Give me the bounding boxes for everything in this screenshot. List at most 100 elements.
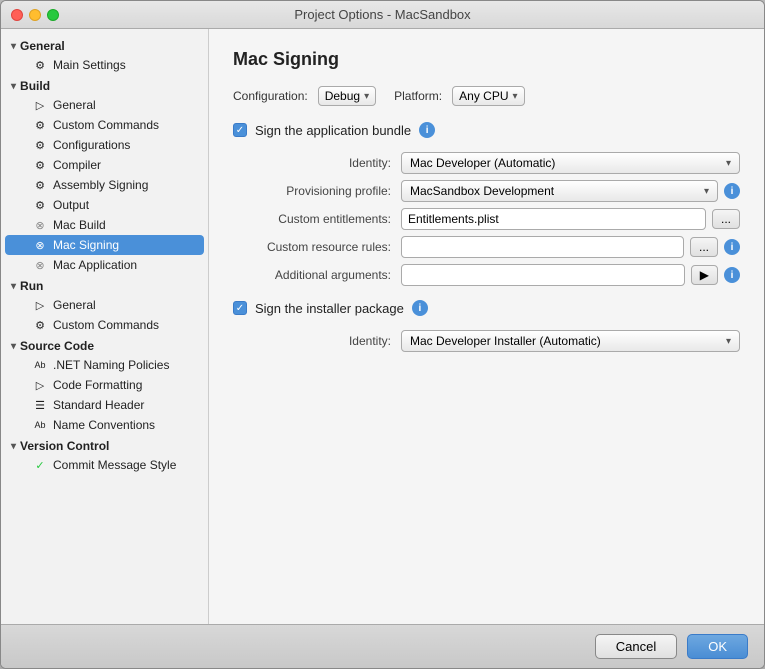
configuration-dropdown[interactable]: Debug ▾ [318,86,376,106]
sidebar-item-mac-signing[interactable]: ⊗ Mac Signing [5,235,204,255]
sidebar-item-commit-message[interactable]: ✓ Commit Message Style [5,455,204,475]
gear-icon: ⚙ [33,119,47,132]
sidebar-section-build-label: Build [20,79,50,93]
sidebar-label-output: Output [53,198,89,212]
sign-bundle-row: ✓ Sign the application bundle i [233,122,740,138]
ab-icon: Ab [33,420,47,430]
ok-button[interactable]: OK [687,634,748,659]
sidebar-item-custom-commands[interactable]: ⚙ Custom Commands [5,115,204,135]
provisioning-label: Provisioning profile: [233,184,401,198]
sidebar-item-assembly-signing[interactable]: ⚙ Assembly Signing [5,175,204,195]
identity-dropdown[interactable]: Mac Developer (Automatic) ▾ [401,152,740,174]
main-panel: Mac Signing Configuration: Debug ▾ Platf… [209,29,764,624]
custom-entitlements-browse-button[interactable]: ... [712,209,740,229]
platform-value: Any CPU [459,89,508,103]
sidebar-item-main-settings[interactable]: ⚙ Main Settings [5,55,204,75]
sidebar-section-run[interactable]: ▾ Run [1,275,208,295]
sidebar-section-general[interactable]: ▾ General [1,35,208,55]
sidebar-label-name-conventions: Name Conventions [53,418,155,432]
arrow-icon: ▾ [11,41,16,52]
provisioning-info-icon[interactable]: i [724,183,740,199]
minimize-button[interactable] [29,9,41,21]
sidebar-label-assembly-signing: Assembly Signing [53,178,148,192]
custom-resource-browse-button[interactable]: ... [690,237,718,257]
sidebar-label-code-formatting: Code Formatting [53,378,142,392]
sidebar-item-run-general[interactable]: ▷ General [5,295,204,315]
custom-entitlements-field-content: Entitlements.plist ... [401,208,740,230]
sidebar-label-general: General [53,98,96,112]
play-icon: ▷ [33,99,47,112]
sidebar-item-run-custom-commands[interactable]: ⚙ Custom Commands [5,315,204,335]
sidebar-label-compiler: Compiler [53,158,101,172]
sign-installer-info-icon[interactable]: i [412,300,428,316]
custom-entitlements-input[interactable]: Entitlements.plist [401,208,706,230]
sidebar-label-custom-commands: Custom Commands [53,118,159,132]
sidebar-item-code-formatting[interactable]: ▷ Code Formatting [5,375,204,395]
identity-value: Mac Developer (Automatic) [410,156,555,170]
additional-args-info-icon[interactable]: i [724,267,740,283]
config-row: Configuration: Debug ▾ Platform: Any CPU… [233,86,740,106]
sidebar-section-version-control[interactable]: ▾ Version Control [1,435,208,455]
maximize-button[interactable] [47,9,59,21]
sign-installer-checkbox[interactable]: ✓ [233,301,247,315]
custom-resource-info-icon[interactable]: i [724,239,740,255]
gear-icon: ⚙ [33,319,47,332]
play-icon: ▷ [33,379,47,392]
sidebar-item-compiler[interactable]: ⚙ Compiler [5,155,204,175]
additional-args-input[interactable] [401,264,685,286]
additional-args-row: Additional arguments: ▶ i [233,264,740,286]
sidebar-section-source-code[interactable]: ▾ Source Code [1,335,208,355]
sidebar-section-vc-label: Version Control [20,439,109,453]
sidebar-label-main-settings: Main Settings [53,58,126,72]
footer: Cancel OK [1,624,764,668]
custom-resource-row: Custom resource rules: ... i [233,236,740,258]
sidebar-section-build[interactable]: ▾ Build [1,75,208,95]
x-circle-icon: ⊗ [33,219,47,232]
sidebar-item-output[interactable]: ⚙ Output [5,195,204,215]
sign-installer-row: ✓ Sign the installer package i [233,300,740,316]
chevron-down-icon: ▾ [726,158,731,169]
play-icon: ▷ [33,299,47,312]
cancel-button[interactable]: Cancel [595,634,677,659]
check-circle-icon: ✓ [33,459,47,472]
gear-icon: ⚙ [33,59,47,72]
sidebar-label-net-naming: .NET Naming Policies [53,358,169,372]
titlebar: Project Options - MacSandbox [1,1,764,29]
arrow-icon: ▾ [11,341,16,352]
sidebar-section-source-label: Source Code [20,339,94,353]
identity-label: Identity: [233,156,401,170]
provisioning-row: Provisioning profile: MacSandbox Develop… [233,180,740,202]
sidebar-item-configurations[interactable]: ⚙ Configurations [5,135,204,155]
gear-icon: ⚙ [33,139,47,152]
sidebar-item-mac-application[interactable]: ⊗ Mac Application [5,255,204,275]
x-circle-icon: ⊗ [33,239,47,252]
sidebar-item-name-conventions[interactable]: Ab Name Conventions [5,415,204,435]
sidebar-item-net-naming[interactable]: Ab .NET Naming Policies [5,355,204,375]
window: Project Options - MacSandbox ▾ General ⚙… [0,0,765,669]
chevron-down-icon: ▾ [513,91,518,102]
platform-label: Platform: [394,89,442,103]
provisioning-value: MacSandbox Development [410,184,554,198]
sidebar-label-mac-application: Mac Application [53,258,137,272]
platform-dropdown[interactable]: Any CPU ▾ [452,86,524,106]
lines-icon: ☰ [33,399,47,412]
sidebar-label-commit-message: Commit Message Style [53,458,176,472]
sidebar-item-standard-header[interactable]: ☰ Standard Header [5,395,204,415]
sidebar-item-mac-build[interactable]: ⊗ Mac Build [5,215,204,235]
custom-resource-input[interactable] [401,236,684,258]
chevron-down-icon: ▾ [726,336,731,347]
custom-entitlements-label: Custom entitlements: [233,212,401,226]
additional-args-run-button[interactable]: ▶ [691,265,718,285]
sidebar-item-general[interactable]: ▷ General [5,95,204,115]
sign-bundle-info-icon[interactable]: i [419,122,435,138]
arrow-icon: ▾ [11,81,16,92]
additional-args-label: Additional arguments: [233,268,401,282]
close-button[interactable] [11,9,23,21]
custom-resource-field-content: ... i [401,236,740,258]
installer-identity-field-content: Mac Developer Installer (Automatic) ▾ [401,330,740,352]
sign-bundle-checkbox[interactable]: ✓ [233,123,247,137]
sign-bundle-label: Sign the application bundle [255,123,411,138]
installer-identity-dropdown[interactable]: Mac Developer Installer (Automatic) ▾ [401,330,740,352]
arrow-icon: ▾ [11,281,16,292]
provisioning-dropdown[interactable]: MacSandbox Development ▾ [401,180,718,202]
